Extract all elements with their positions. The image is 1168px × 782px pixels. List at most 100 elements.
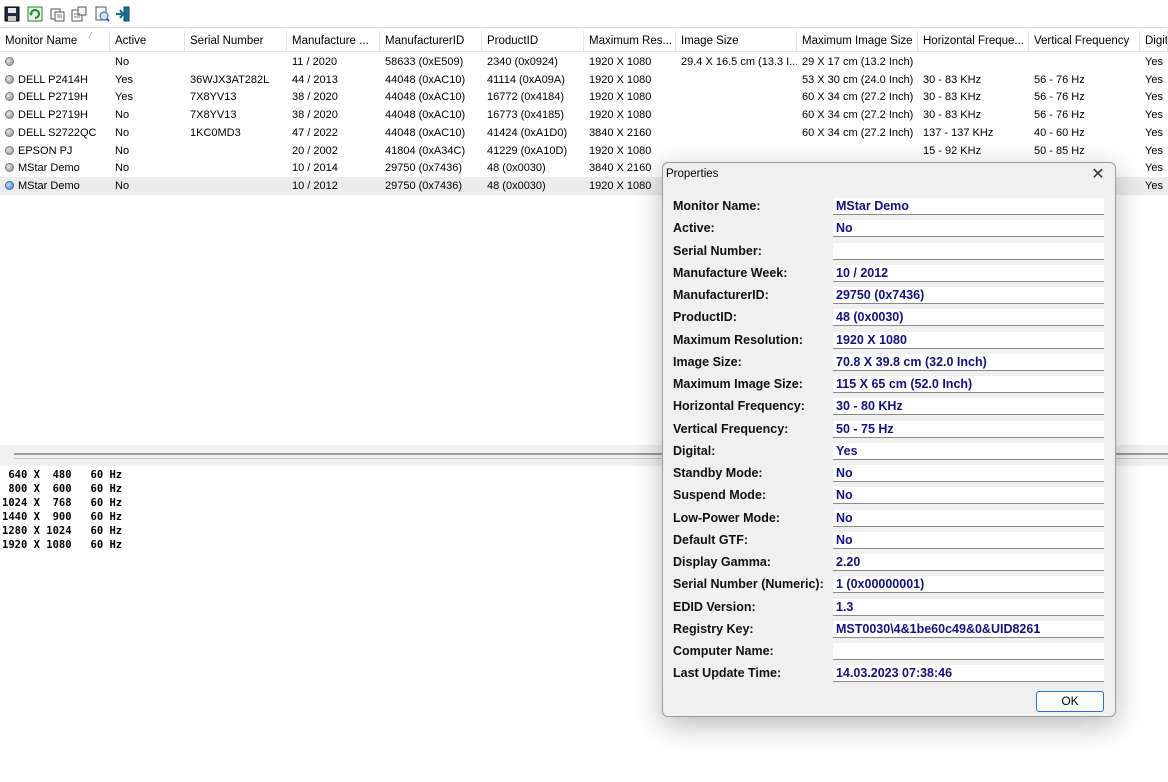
- table-cell: Yes: [1145, 73, 1163, 86]
- table-cell: 1920 X 1080: [589, 109, 652, 122]
- property-value-field[interactable]: MStar Demo: [833, 198, 1104, 215]
- property-label: Active:: [673, 221, 715, 236]
- table-cell: [185, 177, 287, 195]
- table-cell: No: [115, 109, 130, 122]
- property-value-field[interactable]: 2.20: [833, 554, 1104, 571]
- table-cell: 41804 (0xA34C): [385, 144, 466, 157]
- table-cell: 38 / 2020: [292, 109, 338, 122]
- column-header[interactable]: Maximum Res...: [584, 31, 676, 52]
- save-icon[interactable]: [4, 6, 22, 24]
- refresh-icon[interactable]: [27, 6, 45, 24]
- property-value-field[interactable]: 115 X 65 cm (52.0 Inch): [833, 376, 1104, 393]
- property-value-field[interactable]: No: [833, 487, 1104, 505]
- property-value-field[interactable]: No: [833, 220, 1104, 238]
- table-cell: Yes: [1145, 179, 1163, 192]
- property-value-field[interactable]: 1920 X 1080: [833, 331, 1104, 349]
- table-row[interactable]: DELL P2414H Yes 36WJX3AT282L 44 / 2013 44048…: [0, 71, 1168, 89]
- column-header[interactable]: ManufacturerID: [380, 31, 482, 52]
- property-label: Low-Power Mode:: [673, 510, 780, 525]
- property-value-field[interactable]: No: [833, 509, 1104, 527]
- property-label: Vertical Frequency:: [673, 421, 789, 436]
- property-label: Last Update Time:: [673, 666, 782, 681]
- table-cell: 20 / 2002: [292, 144, 338, 157]
- sort-arrow-icon: ⁄: [90, 31, 92, 40]
- property-value-field[interactable]: No: [833, 531, 1104, 549]
- display-mode-item: 1920 X 1080 60 Hz: [2, 539, 123, 551]
- monitor-name-text: MStar Demo: [18, 179, 80, 192]
- table-cell: 3840 X 2160: [589, 126, 652, 139]
- display-mode-item: 1440 X 900 60 Hz: [2, 511, 123, 523]
- table-cell: 30 - 83 KHz: [923, 91, 982, 104]
- column-header[interactable]: Horizontal Freque...: [918, 31, 1029, 52]
- table-cell: 48 (0x0030): [487, 179, 546, 192]
- property-value-field[interactable]: 48 (0x0030): [833, 309, 1104, 327]
- table-cell: 36WJX3AT282L: [190, 73, 270, 86]
- table-row[interactable]: No 11 / 2020 58633 (0xE509) 2340 (0x0924) 19…: [0, 53, 1168, 71]
- table-cell: 44048 (0xAC10): [385, 73, 466, 86]
- table-cell: [797, 142, 918, 160]
- property-value-field[interactable]: [833, 643, 1104, 660]
- monitor-name-text: DELL S2722QC: [18, 126, 97, 139]
- property-value-field[interactable]: 70.8 X 39.8 cm (32.0 Inch): [833, 353, 1104, 371]
- table-cell: No: [115, 162, 130, 175]
- property-label: Display Gamma:: [673, 555, 771, 569]
- table-cell: 16772 (0x4184): [487, 91, 565, 104]
- table-cell: 44 / 2013: [292, 73, 338, 86]
- monitor-dot-icon: [5, 57, 14, 66]
- close-icon[interactable]: ✕: [1087, 165, 1109, 185]
- table-cell: Yes: [1145, 126, 1163, 139]
- ok-button[interactable]: OK: [1036, 691, 1104, 712]
- exit-icon[interactable]: [115, 6, 133, 24]
- table-cell: [676, 124, 797, 142]
- property-value-field[interactable]: 1 (0x00000001): [833, 576, 1104, 594]
- column-header[interactable]: Active: [110, 31, 185, 52]
- column-header[interactable]: ProductID: [482, 31, 584, 52]
- table-cell: [676, 88, 797, 106]
- property-value-field[interactable]: 30 - 80 KHz: [833, 398, 1104, 416]
- property-value-field[interactable]: MST0030\4&1be60c49&0&UID8261: [833, 620, 1104, 638]
- table-cell: 56 - 76 Hz: [1034, 91, 1085, 104]
- property-value-field[interactable]: 14.03.2023 07:38:46: [833, 665, 1104, 683]
- property-value-field[interactable]: [833, 242, 1104, 260]
- property-value-field[interactable]: 29750 (0x7436): [833, 287, 1104, 304]
- table-cell: 29 X 17 cm (13.2 Inch): [802, 56, 914, 68]
- property-label: Horizontal Frequency:: [673, 399, 805, 414]
- table-cell: 41424 (0xA1D0): [487, 126, 568, 139]
- table-cell: 56 - 76 Hz: [1034, 109, 1085, 122]
- property-label: Maximum Resolution:: [673, 332, 803, 347]
- column-header[interactable]: Manufacture ...: [287, 31, 380, 52]
- monitor-name-cell: DELL P2719H: [0, 88, 110, 106]
- table-cell: 41229 (0xA10D): [487, 144, 568, 157]
- property-label: Image Size:: [673, 354, 742, 369]
- copy-icon[interactable]: [50, 6, 68, 24]
- table-cell: 137 - 137 KHz: [923, 126, 994, 139]
- monitor-name-cell: DELL P2414H: [0, 71, 110, 89]
- html-report-icon[interactable]: [94, 6, 112, 24]
- column-header[interactable]: Digit: [1140, 31, 1168, 52]
- monitor-dot-icon: [5, 74, 14, 84]
- table-row[interactable]: DELL P2719H Yes 7X8YV13 38 / 2020 44048 (0xA…: [0, 88, 1168, 106]
- table-row[interactable]: EPSON PJ No 20 / 2002 41804 (0xA34C) 41229 (…: [0, 142, 1168, 160]
- table-row[interactable]: DELL S2722QC No 1KC0MD3 47 / 2022 44048 (0xA…: [0, 124, 1168, 142]
- column-header[interactable]: Image Size: [676, 31, 797, 52]
- table-cell: 29750 (0x7436): [385, 179, 463, 192]
- property-value-field[interactable]: Yes: [833, 442, 1104, 460]
- column-header[interactable]: Vertical Frequency: [1029, 31, 1140, 52]
- column-header[interactable]: Monitor Name: [0, 31, 110, 52]
- column-header[interactable]: Serial Number: [185, 31, 287, 52]
- property-value-field[interactable]: No: [833, 465, 1104, 482]
- table-cell: Yes: [1145, 109, 1163, 122]
- table-cell: 7X8YV13: [190, 91, 237, 104]
- property-value-field[interactable]: 1.3: [833, 598, 1104, 616]
- table-row[interactable]: DELL P2719H No 7X8YV13 38 / 2020 44048 (0xAC…: [0, 106, 1168, 124]
- property-value-field[interactable]: 10 / 2012: [833, 264, 1104, 282]
- property-value-field[interactable]: 50 - 75 Hz: [833, 420, 1104, 438]
- monitor-dot-icon: [5, 163, 14, 173]
- table-cell: 10 / 2014: [292, 162, 338, 175]
- table-cell: [676, 71, 797, 89]
- column-header[interactable]: Maximum Image Size: [797, 31, 918, 52]
- properties-icon[interactable]: [71, 6, 89, 24]
- table-cell: 30 - 83 KHz: [923, 73, 982, 86]
- table-cell: 1920 X 1080: [589, 91, 652, 104]
- table-cell: 16773 (0x4185): [487, 109, 565, 122]
